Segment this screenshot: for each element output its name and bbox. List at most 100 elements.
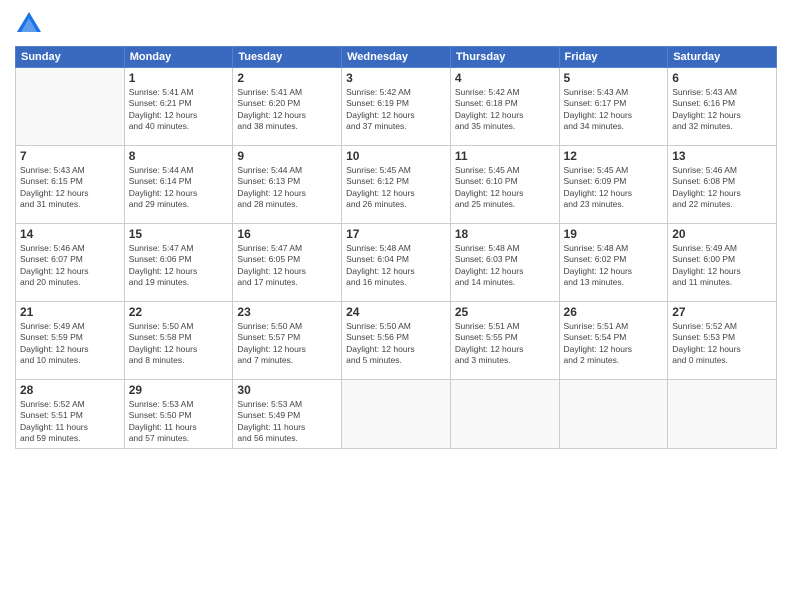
day-cell [16,68,125,146]
week-row-0: 1Sunrise: 5:41 AM Sunset: 6:21 PM Daylig… [16,68,777,146]
day-info: Sunrise: 5:47 AM Sunset: 6:06 PM Dayligh… [129,243,229,289]
day-number: 10 [346,149,446,163]
day-cell: 30Sunrise: 5:53 AM Sunset: 5:49 PM Dayli… [233,380,342,449]
day-cell: 7Sunrise: 5:43 AM Sunset: 6:15 PM Daylig… [16,146,125,224]
day-cell: 26 Sunrise: 5:51 AM Sunset: 5:54 PM Dayli… [559,302,668,380]
day-info: Sunrise: 5:46 AM Sunset: 6:08 PM Dayligh… [672,165,772,211]
day-info: Sunrise: 5:41 AM Sunset: 6:20 PM Dayligh… [237,87,337,133]
day-number: 3 [346,71,446,85]
day-info: Sunrise: 5:53 AM Sunset: 5:50 PM Dayligh… [129,399,229,445]
day-info: Sunrise: 5:45 AM Sunset: 6:10 PM Dayligh… [455,165,555,211]
day-cell: 15 Sunrise: 5:47 AM Sunset: 6:06 PM Dayli… [124,224,233,302]
week-row-2: 14Sunrise: 5:46 AM Sunset: 6:07 PM Dayli… [16,224,777,302]
day-info: Sunrise: 5:52 AM Sunset: 5:53 PM Dayligh… [672,321,772,367]
day-info: Sunrise: 5:44 AM Sunset: 6:14 PM Dayligh… [129,165,229,211]
day-cell: 20 Sunrise: 5:49 AM Sunset: 6:00 PM Dayli… [668,224,777,302]
day-number: 16 [237,227,337,241]
day-cell: 1Sunrise: 5:41 AM Sunset: 6:21 PM Daylig… [124,68,233,146]
day-number: 15 [129,227,229,241]
day-number: 11 [455,149,555,163]
day-info: Sunrise: 5:45 AM Sunset: 6:12 PM Dayligh… [346,165,446,211]
day-info: Sunrise: 5:51 AM Sunset: 5:54 PM Dayligh… [564,321,664,367]
day-cell: 19 Sunrise: 5:48 AM Sunset: 6:02 PM Dayli… [559,224,668,302]
col-header-wednesday: Wednesday [342,47,451,68]
day-info: Sunrise: 5:41 AM Sunset: 6:21 PM Dayligh… [129,87,229,133]
day-cell: 9 Sunrise: 5:44 AM Sunset: 6:13 PM Daylig… [233,146,342,224]
logo-icon [15,10,43,38]
day-cell: 14Sunrise: 5:46 AM Sunset: 6:07 PM Dayli… [16,224,125,302]
day-info: Sunrise: 5:52 AM Sunset: 5:51 PM Dayligh… [20,399,120,445]
day-info: Sunrise: 5:49 AM Sunset: 5:59 PM Dayligh… [20,321,120,367]
header [15,10,777,38]
day-info: Sunrise: 5:43 AM Sunset: 6:16 PM Dayligh… [672,87,772,133]
day-number: 27 [672,305,772,319]
day-cell: 18Sunrise: 5:48 AM Sunset: 6:03 PM Dayli… [450,224,559,302]
day-number: 13 [672,149,772,163]
day-info: Sunrise: 5:44 AM Sunset: 6:13 PM Dayligh… [237,165,337,211]
day-info: Sunrise: 5:48 AM Sunset: 6:04 PM Dayligh… [346,243,446,289]
day-number: 2 [237,71,337,85]
week-row-3: 21 Sunrise: 5:49 AM Sunset: 5:59 PM Dayli… [16,302,777,380]
day-cell: 17 Sunrise: 5:48 AM Sunset: 6:04 PM Dayli… [342,224,451,302]
day-info: Sunrise: 5:42 AM Sunset: 6:18 PM Dayligh… [455,87,555,133]
col-header-friday: Friday [559,47,668,68]
day-info: Sunrise: 5:48 AM Sunset: 6:03 PM Dayligh… [455,243,555,289]
col-header-monday: Monday [124,47,233,68]
day-number: 23 [237,305,337,319]
day-number: 6 [672,71,772,85]
day-cell: 8 Sunrise: 5:44 AM Sunset: 6:14 PM Daylig… [124,146,233,224]
day-cell [342,380,451,449]
day-info: Sunrise: 5:48 AM Sunset: 6:02 PM Dayligh… [564,243,664,289]
week-row-4: 28 Sunrise: 5:52 AM Sunset: 5:51 PM Dayli… [16,380,777,449]
day-cell: 2 Sunrise: 5:41 AM Sunset: 6:20 PM Daylig… [233,68,342,146]
day-number: 19 [564,227,664,241]
week-row-1: 7Sunrise: 5:43 AM Sunset: 6:15 PM Daylig… [16,146,777,224]
col-header-saturday: Saturday [668,47,777,68]
day-cell [450,380,559,449]
day-number: 26 [564,305,664,319]
day-cell [559,380,668,449]
day-number: 24 [346,305,446,319]
day-cell: 29 Sunrise: 5:53 AM Sunset: 5:50 PM Dayli… [124,380,233,449]
col-header-tuesday: Tuesday [233,47,342,68]
day-info: Sunrise: 5:43 AM Sunset: 6:17 PM Dayligh… [564,87,664,133]
col-header-sunday: Sunday [16,47,125,68]
day-cell: 22 Sunrise: 5:50 AM Sunset: 5:58 PM Dayli… [124,302,233,380]
day-number: 12 [564,149,664,163]
day-info: Sunrise: 5:43 AM Sunset: 6:15 PM Dayligh… [20,165,120,211]
day-number: 8 [129,149,229,163]
day-info: Sunrise: 5:42 AM Sunset: 6:19 PM Dayligh… [346,87,446,133]
day-number: 29 [129,383,229,397]
day-info: Sunrise: 5:50 AM Sunset: 5:56 PM Dayligh… [346,321,446,367]
day-number: 17 [346,227,446,241]
day-number: 20 [672,227,772,241]
day-cell: 21 Sunrise: 5:49 AM Sunset: 5:59 PM Dayli… [16,302,125,380]
day-cell [668,380,777,449]
day-cell: 28 Sunrise: 5:52 AM Sunset: 5:51 PM Dayli… [16,380,125,449]
day-info: Sunrise: 5:50 AM Sunset: 5:58 PM Dayligh… [129,321,229,367]
day-number: 9 [237,149,337,163]
day-cell: 12 Sunrise: 5:45 AM Sunset: 6:09 PM Dayli… [559,146,668,224]
day-cell: 23 Sunrise: 5:50 AM Sunset: 5:57 PM Dayli… [233,302,342,380]
day-number: 28 [20,383,120,397]
day-cell: 16Sunrise: 5:47 AM Sunset: 6:05 PM Dayli… [233,224,342,302]
day-cell: 27 Sunrise: 5:52 AM Sunset: 5:53 PM Dayli… [668,302,777,380]
day-info: Sunrise: 5:51 AM Sunset: 5:55 PM Dayligh… [455,321,555,367]
day-cell: 13 Sunrise: 5:46 AM Sunset: 6:08 PM Dayli… [668,146,777,224]
day-number: 4 [455,71,555,85]
day-info: Sunrise: 5:53 AM Sunset: 5:49 PM Dayligh… [237,399,337,445]
day-number: 14 [20,227,120,241]
logo [15,10,49,38]
day-info: Sunrise: 5:45 AM Sunset: 6:09 PM Dayligh… [564,165,664,211]
day-cell: 11 Sunrise: 5:45 AM Sunset: 6:10 PM Dayli… [450,146,559,224]
day-cell: 25 Sunrise: 5:51 AM Sunset: 5:55 PM Dayli… [450,302,559,380]
day-info: Sunrise: 5:50 AM Sunset: 5:57 PM Dayligh… [237,321,337,367]
day-cell: 3 Sunrise: 5:42 AM Sunset: 6:19 PM Daylig… [342,68,451,146]
day-number: 25 [455,305,555,319]
day-number: 21 [20,305,120,319]
day-cell: 10 Sunrise: 5:45 AM Sunset: 6:12 PM Dayli… [342,146,451,224]
day-info: Sunrise: 5:49 AM Sunset: 6:00 PM Dayligh… [672,243,772,289]
calendar-page: SundayMondayTuesdayWednesdayThursdayFrid… [0,0,792,612]
header-row: SundayMondayTuesdayWednesdayThursdayFrid… [16,47,777,68]
day-number: 22 [129,305,229,319]
